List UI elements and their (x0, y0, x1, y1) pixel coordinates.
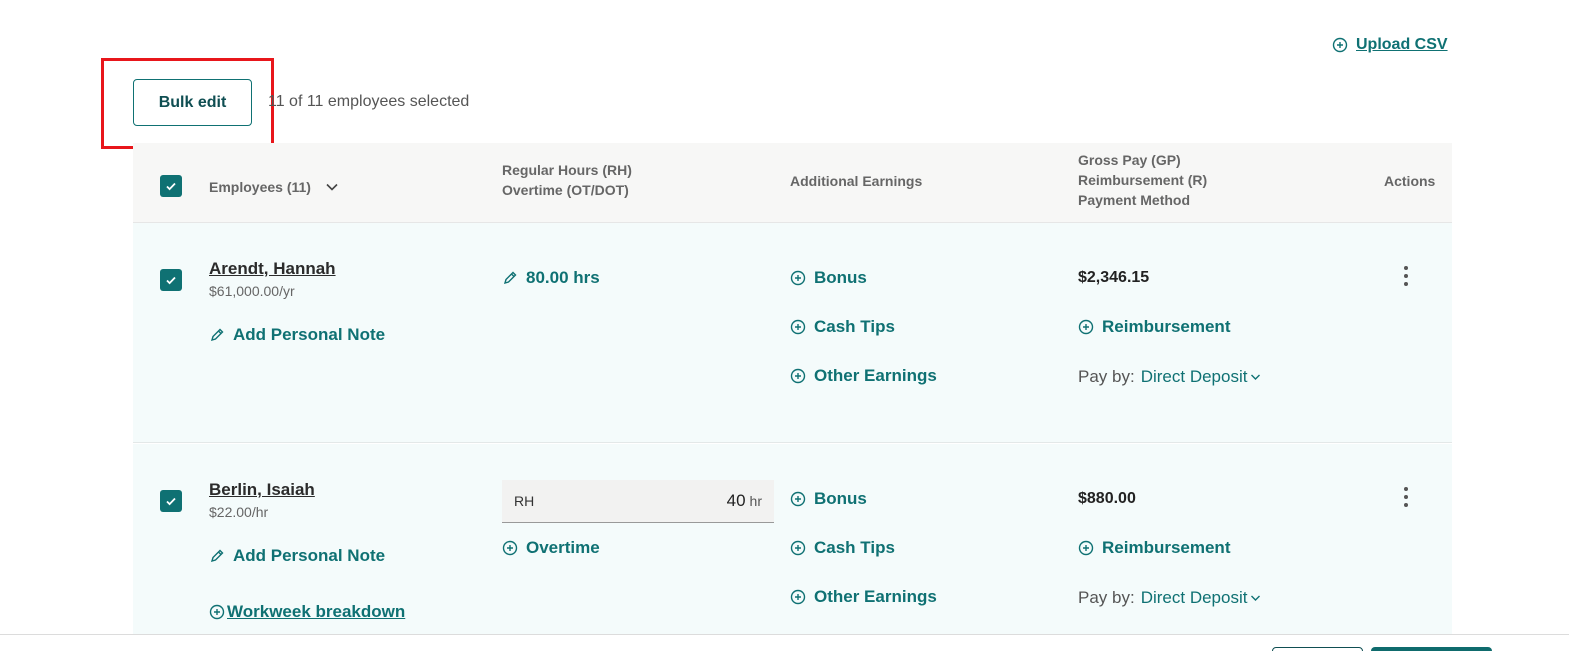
pay-header-line1: Gross Pay (GP) (1078, 152, 1181, 168)
actions-header: Actions (1384, 173, 1436, 189)
add-reimbursement-link[interactable]: Reimbursement (1078, 538, 1230, 558)
plus-circle-icon (502, 540, 518, 556)
upload-csv-label: Upload CSV (1356, 36, 1448, 53)
additional-earnings-header: Additional Earnings (790, 173, 923, 189)
add-overtime-link[interactable]: Overtime (502, 538, 600, 558)
reimbursement-label: Reimbursement (1102, 538, 1231, 557)
row-checkbox[interactable] (160, 269, 182, 291)
gross-pay: $2,346.15 (1078, 269, 1150, 286)
pay-by: Pay by: Direct Deposit (1078, 588, 1261, 608)
table-row: Arendt, Hannah $61,000.00/yr Add Persona… (133, 223, 1452, 443)
bonus-label: Bonus (814, 268, 867, 287)
regular-hours-value: 40 (726, 491, 746, 510)
workweek-breakdown-label: Workweek breakdown (227, 602, 406, 621)
add-bonus-link[interactable]: Bonus (790, 268, 867, 288)
chevron-down-icon (326, 183, 338, 191)
other-earnings-label: Other Earnings (814, 587, 937, 606)
upload-csv-link[interactable]: Upload CSV (1332, 36, 1448, 54)
cash-tips-label: Cash Tips (814, 538, 895, 557)
row-actions-kebab-icon[interactable] (1395, 485, 1417, 509)
hours-header-line1: Regular Hours (RH) (502, 162, 632, 178)
pay-header-line2: Reimbursement (R) (1078, 172, 1208, 188)
pay-by-label: Pay by: (1078, 588, 1135, 607)
add-cash-tips-link[interactable]: Cash Tips (790, 317, 895, 337)
table-header: Employees (11) Regular Hours (RH) Overti… (133, 143, 1452, 223)
add-bonus-link[interactable]: Bonus (790, 489, 867, 509)
add-other-earnings-link[interactable]: Other Earnings (790, 366, 937, 386)
payment-method-dropdown[interactable]: Direct Deposit (1141, 367, 1262, 387)
hours-header: Regular Hours (RH) Overtime (OT/DOT) (502, 160, 632, 200)
check-icon (166, 497, 176, 506)
footer-bar (0, 634, 1569, 651)
pay-header: Gross Pay (GP) Reimbursement (R) Payment… (1078, 150, 1207, 210)
employees-header[interactable]: Employees (11) (209, 177, 339, 197)
add-personal-note-link[interactable]: Add Personal Note (209, 325, 385, 345)
plus-circle-icon (1078, 319, 1094, 335)
bonus-label: Bonus (814, 489, 867, 508)
footer-primary-button[interactable] (1371, 647, 1492, 651)
plus-circle-icon (790, 270, 806, 286)
employee-name-link[interactable]: Arendt, Hannah (209, 259, 336, 279)
employee-rate: $61,000.00/yr (209, 283, 295, 299)
add-reimbursement-link[interactable]: Reimbursement (1078, 317, 1230, 337)
check-icon (166, 276, 176, 285)
employees-header-label: Employees (11) (209, 179, 311, 195)
chevron-down-icon (1251, 374, 1261, 380)
add-personal-note-label: Add Personal Note (233, 546, 386, 565)
pay-header-line3: Payment Method (1078, 192, 1191, 208)
plus-circle-icon (790, 491, 806, 507)
add-personal-note-link[interactable]: Add Personal Note (209, 546, 385, 566)
row-actions-kebab-icon[interactable] (1395, 264, 1417, 288)
select-all-checkbox[interactable] (160, 175, 182, 197)
plus-circle-icon (790, 540, 806, 556)
plus-circle-icon (209, 604, 225, 620)
employee-rate: $22.00/hr (209, 504, 269, 520)
pencil-icon (503, 271, 517, 285)
plus-circle-icon (1332, 37, 1348, 53)
regular-hours-unit: hr (749, 493, 762, 509)
other-earnings-label: Other Earnings (814, 366, 937, 385)
cash-tips-label: Cash Tips (814, 317, 895, 336)
hours-edit-link[interactable]: 80.00 hrs (502, 268, 600, 288)
employee-name-link[interactable]: Berlin, Isaiah (209, 480, 315, 500)
payment-method-value: Direct Deposit (1140, 367, 1248, 386)
pay-by: Pay by: Direct Deposit (1078, 367, 1261, 387)
payment-method-value: Direct Deposit (1140, 588, 1248, 607)
selection-count: 11 of 11 employees selected (268, 93, 470, 110)
overtime-label: Overtime (526, 538, 600, 557)
plus-circle-icon (790, 589, 806, 605)
check-icon (166, 182, 176, 191)
row-checkbox[interactable] (160, 490, 182, 512)
add-cash-tips-link[interactable]: Cash Tips (790, 538, 895, 558)
chevron-down-icon (1251, 595, 1261, 601)
regular-hours-label: RH (514, 493, 535, 509)
plus-circle-icon (1078, 540, 1094, 556)
regular-hours-input[interactable]: RH 40 hr (502, 480, 774, 523)
reimbursement-label: Reimbursement (1102, 317, 1231, 336)
gross-pay: $880.00 (1078, 490, 1136, 507)
footer-secondary-button[interactable] (1272, 647, 1363, 651)
pencil-icon (210, 328, 224, 342)
add-other-earnings-link[interactable]: Other Earnings (790, 587, 937, 607)
add-personal-note-label: Add Personal Note (233, 325, 386, 344)
workweek-breakdown-link[interactable]: Workweek breakdown (209, 602, 405, 622)
hours-header-line2: Overtime (OT/DOT) (502, 182, 629, 198)
bulk-edit-button[interactable]: Bulk edit (133, 79, 252, 126)
plus-circle-icon (790, 319, 806, 335)
pencil-icon (210, 549, 224, 563)
table-row: Berlin, Isaiah $22.00/hr Add Personal No… (133, 444, 1452, 634)
payment-method-dropdown[interactable]: Direct Deposit (1141, 588, 1262, 608)
hours-value: 80.00 hrs (526, 268, 600, 287)
pay-by-label: Pay by: (1078, 367, 1135, 386)
plus-circle-icon (790, 368, 806, 384)
